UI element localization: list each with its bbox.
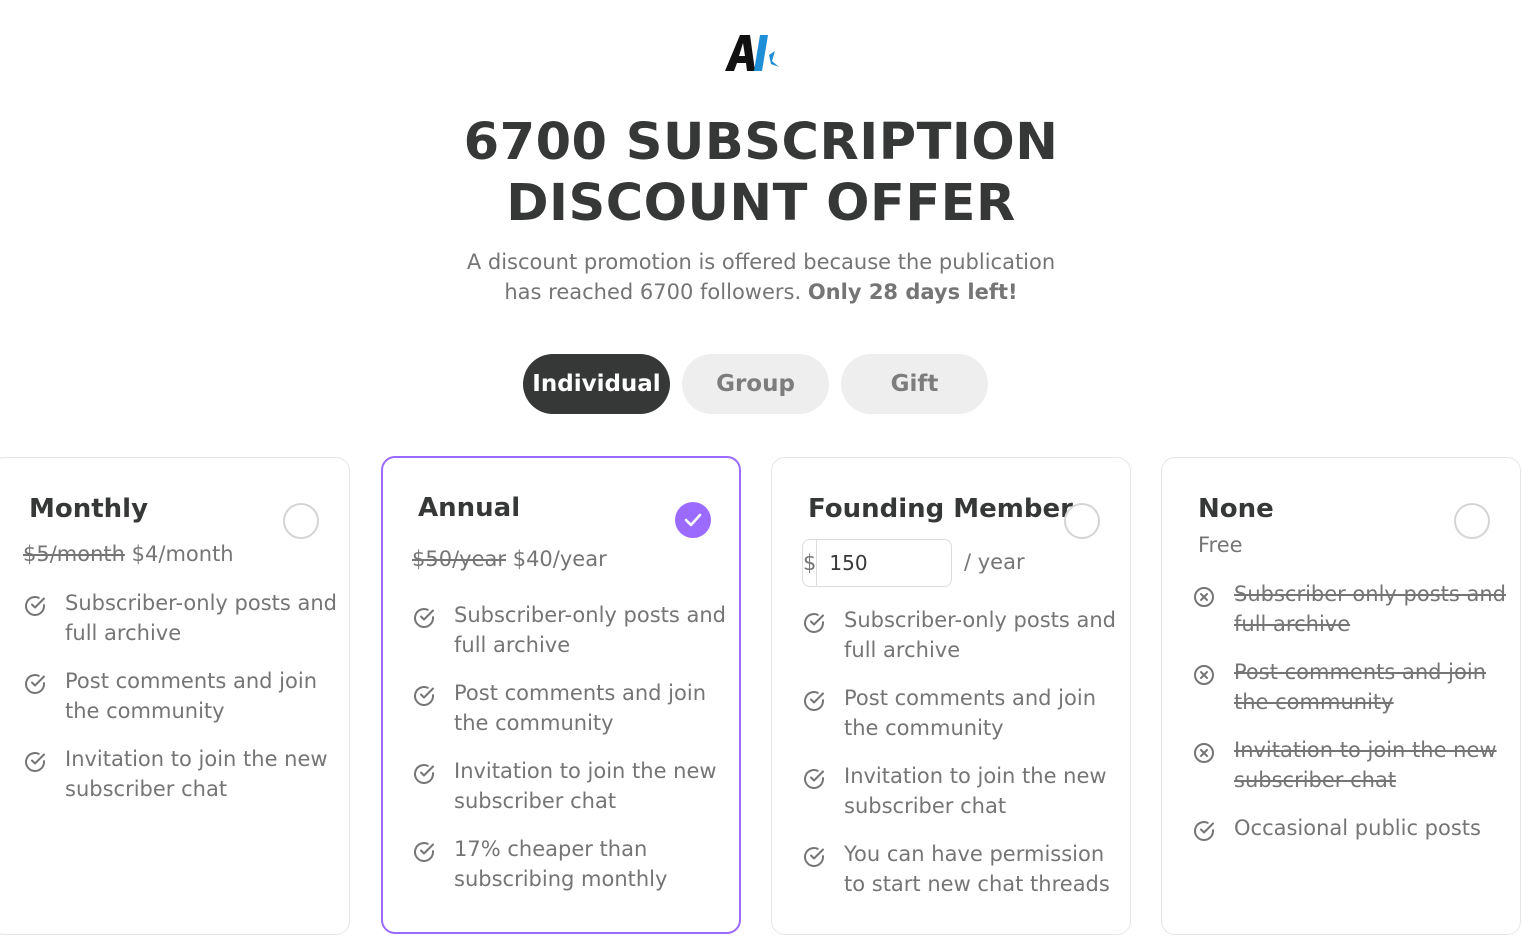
feature-text: 17% cheaper than subscribing monthly <box>454 837 668 891</box>
plan-card-annual[interactable]: Annual $50/year $40/year Subscriber-only… <box>381 456 741 934</box>
feature-text: Subscriber-only posts and full archive <box>844 608 1117 662</box>
feature-text: Subscriber-only posts and full archive <box>65 591 338 645</box>
feature-item: Invitation to join the new subscriber ch… <box>802 761 1122 821</box>
feature-text: Invitation to join the new subscriber ch… <box>1234 738 1497 792</box>
new-price: $40/year <box>512 547 607 571</box>
feature-text: Occasional public posts <box>1234 816 1481 840</box>
founding-amount-input[interactable] <box>817 540 1079 586</box>
feature-item: You can have permission to start new cha… <box>802 839 1122 899</box>
subtitle-line-1: A discount promotion is offered because … <box>466 250 1056 274</box>
feature-text: Post comments and join the community <box>454 681 707 735</box>
feature-item: 17% cheaper than subscribing monthly <box>412 834 732 894</box>
old-price: $50/year <box>412 547 507 571</box>
feature-item: Occasional public posts <box>1192 813 1512 843</box>
tab-individual[interactable]: Individual <box>523 354 670 414</box>
x-circle-icon <box>1192 663 1216 687</box>
feature-item: Invitation to join the new subscriber ch… <box>23 744 343 804</box>
feature-item: Post comments and join the community <box>23 666 343 726</box>
check-circle-icon <box>23 750 47 774</box>
page-title: 6700 SUBSCRIPTION DISCOUNT OFFER <box>0 112 1522 234</box>
amount-period: / year <box>964 550 1025 574</box>
plan-title: None <box>1198 494 1274 524</box>
plan-card-none[interactable]: None Free Subscriber-only posts and full… <box>1161 457 1521 935</box>
plan-title: Founding Member <box>808 494 1073 524</box>
feature-item: Subscriber-only posts and full archive <box>1192 579 1512 639</box>
currency-symbol: $ <box>803 540 818 586</box>
founding-amount-field: $ <box>802 539 1079 587</box>
ai-logo <box>723 33 783 73</box>
check-circle-icon <box>802 845 826 869</box>
feature-text: Invitation to join the new subscriber ch… <box>844 764 1107 818</box>
feature-item: Invitation to join the new subscriber ch… <box>412 756 732 816</box>
x-circle-icon <box>1192 741 1216 765</box>
feature-item: Subscriber-only posts and full archive <box>412 600 732 660</box>
check-circle-icon <box>802 689 826 713</box>
old-price: $5/month <box>23 542 125 566</box>
page-subtitle: A discount promotion is offered because … <box>0 247 1522 307</box>
check-circle-icon <box>1192 819 1216 843</box>
days-left-text: Only 28 days left! <box>807 280 1018 304</box>
check-circle-icon <box>23 672 47 696</box>
feature-text: Invitation to join the new subscriber ch… <box>65 747 328 801</box>
plan-card-founding-member[interactable]: Founding Member $ / year Subscriber-only… <box>771 457 1131 935</box>
feature-list: Subscriber-only posts and full archive P… <box>802 605 1122 917</box>
check-circle-icon <box>412 606 436 630</box>
subscription-type-tabs: Individual Group Gift <box>523 354 988 414</box>
feature-list: Subscriber-only posts and full archive P… <box>23 588 343 822</box>
check-circle-icon <box>412 840 436 864</box>
plan-radio-none[interactable] <box>1454 503 1490 539</box>
feature-item: Post comments and join the community <box>1192 657 1512 717</box>
feature-text: You can have permission to start new cha… <box>844 842 1110 896</box>
new-price: $4/month <box>131 542 234 566</box>
plan-radio-annual[interactable] <box>675 502 711 538</box>
check-circle-icon <box>802 611 826 635</box>
feature-item: Post comments and join the community <box>412 678 732 738</box>
feature-text: Subscriber-only posts and full archive <box>1234 582 1507 636</box>
subtitle-line-2: has reached 6700 followers. Only 28 days… <box>0 277 1522 307</box>
x-circle-icon <box>1192 585 1216 609</box>
checkmark-icon <box>684 513 702 527</box>
check-circle-icon <box>23 594 47 618</box>
title-line-2: DISCOUNT OFFER <box>506 174 1016 233</box>
feature-text: Invitation to join the new subscriber ch… <box>454 759 717 813</box>
tab-gift[interactable]: Gift <box>841 354 988 414</box>
plan-radio-monthly[interactable] <box>283 503 319 539</box>
feature-item: Subscriber-only posts and full archive <box>802 605 1122 665</box>
tab-group[interactable]: Group <box>682 354 829 414</box>
plan-card-monthly[interactable]: Monthly $5/month $4/month Subscriber-onl… <box>0 457 350 935</box>
feature-item: Subscriber-only posts and full archive <box>23 588 343 648</box>
feature-text: Post comments and join the community <box>1234 660 1487 714</box>
feature-item: Post comments and join the community <box>802 683 1122 743</box>
feature-list: Subscriber-only posts and full archive P… <box>1192 579 1512 861</box>
plan-title: Monthly <box>29 494 149 524</box>
feature-text: Subscriber-only posts and full archive <box>454 603 727 657</box>
check-circle-icon <box>412 762 436 786</box>
feature-text: Post comments and join the community <box>844 686 1097 740</box>
plan-title: Annual <box>418 493 521 523</box>
title-line-1: 6700 SUBSCRIPTION <box>463 113 1059 172</box>
check-circle-icon <box>412 684 436 708</box>
feature-item: Invitation to join the new subscriber ch… <box>1192 735 1512 795</box>
feature-list: Subscriber-only posts and full archive P… <box>412 600 732 912</box>
plan-price: $50/year $40/year <box>412 547 607 571</box>
plan-price: $5/month $4/month <box>23 542 234 566</box>
plan-price: Free <box>1198 533 1243 557</box>
subtitle-line-2-text: has reached 6700 followers. <box>504 280 808 304</box>
plan-radio-founding-member[interactable] <box>1064 503 1100 539</box>
feature-text: Post comments and join the community <box>65 669 318 723</box>
check-circle-icon <box>802 767 826 791</box>
